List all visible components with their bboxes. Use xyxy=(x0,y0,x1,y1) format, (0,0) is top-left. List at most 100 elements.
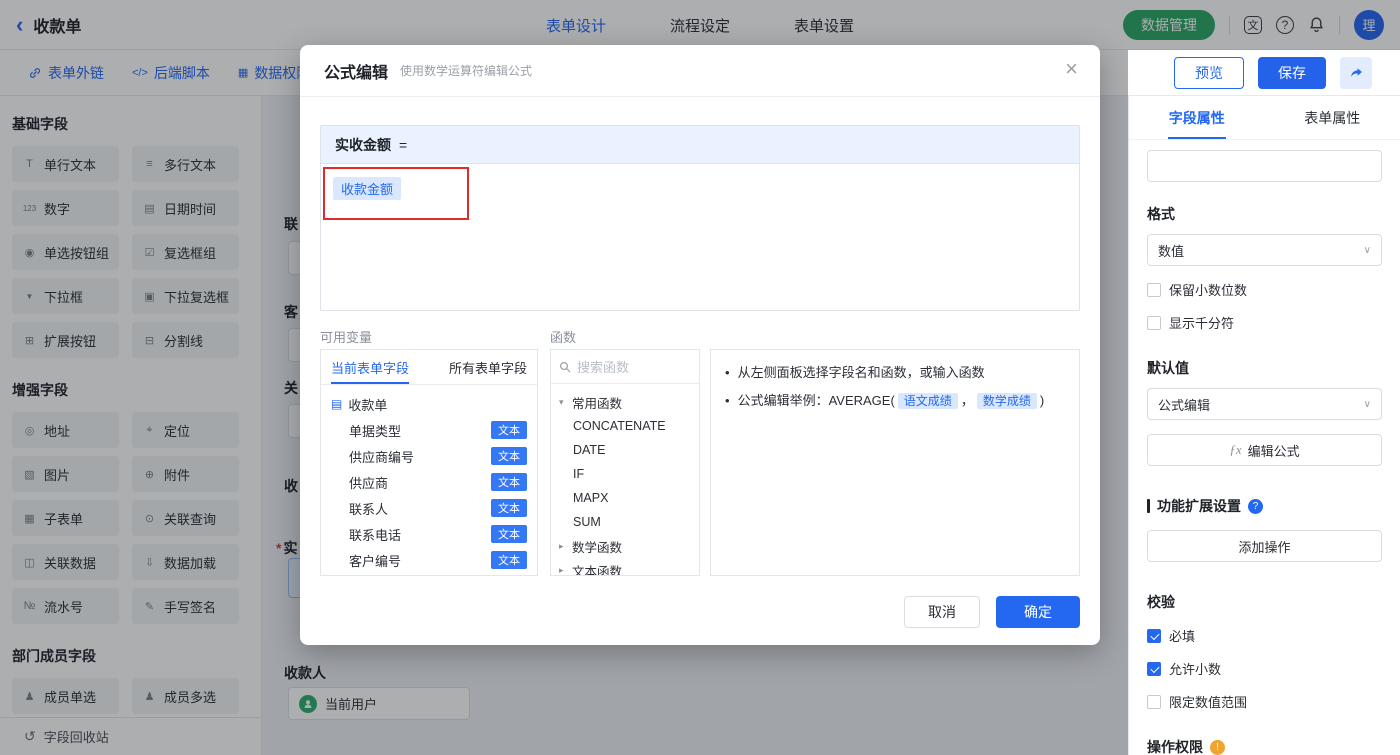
share-arrow-icon xyxy=(1350,68,1362,77)
add-action-label: 添加操作 xyxy=(1238,539,1291,555)
variables-label: 可用变量 xyxy=(320,330,373,345)
function-group-common[interactable]: ▾ 常用函数 xyxy=(551,390,699,414)
save-button[interactable]: 保存 xyxy=(1258,56,1326,89)
modal-backdrop xyxy=(1128,0,1400,50)
checkbox-checked-icon xyxy=(1147,661,1161,676)
variable-item[interactable]: 供应商编号 文本 xyxy=(321,443,537,469)
tab-form-properties[interactable]: 表单属性 xyxy=(1304,96,1360,139)
function-item-if[interactable]: IF xyxy=(551,462,699,486)
function-group-label: 文本函数 xyxy=(572,564,623,576)
type-badge: 文本 xyxy=(491,473,527,491)
variable-item[interactable]: 单据类型 文本 xyxy=(321,417,537,443)
help-text: 从左侧面板选择字段名和函数，或输入函数 xyxy=(737,365,985,380)
allow-decimal-checkbox[interactable]: 允许小数 xyxy=(1147,659,1382,678)
form-root-node[interactable]: ▤ 收款单 xyxy=(321,391,537,417)
function-group-text[interactable]: ▸ 文本函数 xyxy=(551,558,699,576)
bullet: • xyxy=(725,365,730,380)
permission-title: 操作权限 ! xyxy=(1147,737,1382,755)
chevron-down-icon: ∨ xyxy=(1363,398,1371,410)
type-badge: 文本 xyxy=(491,447,527,465)
chevron-right-icon: ▸ xyxy=(559,564,564,575)
function-item-sum[interactable]: SUM xyxy=(551,510,699,534)
help-line: • 从左侧面板选择字段名和函数，或输入函数 xyxy=(725,362,1065,384)
variable-item[interactable]: 供应商 文本 xyxy=(321,469,537,495)
chevron-down-icon: ▾ xyxy=(559,396,564,407)
variable-name: 客户编号 xyxy=(349,553,402,569)
property-panel: 字段属性 表单属性 格式 数值 ∨ 保留小数位数 显示千分符 默认值 公式编辑 … xyxy=(1128,96,1400,755)
question-badge-icon[interactable]: ? xyxy=(1248,498,1263,514)
cancel-button[interactable]: 取消 xyxy=(904,596,980,628)
format-label: 格式 xyxy=(1147,206,1175,222)
add-action-button[interactable]: 添加操作 xyxy=(1147,530,1382,562)
checkbox-label: 允许小数 xyxy=(1169,662,1222,677)
edit-formula-label: 编辑公式 xyxy=(1247,443,1300,459)
search-icon xyxy=(559,361,571,372)
checkbox-unchecked-icon xyxy=(1147,315,1161,330)
help-panel: • 从左侧面板选择字段名和函数，或输入函数 • 公式编辑举例：AVERAGE(语… xyxy=(710,349,1080,576)
checkbox-label: 限定数值范围 xyxy=(1169,695,1248,710)
modal-body: 实收金额 = 收款金额 可用变量 函数 当前表单字段 所有表单字段 ▤ 收款单 … xyxy=(300,97,1100,628)
checkbox-label: 必填 xyxy=(1169,629,1196,644)
format-value: 数值 xyxy=(1158,243,1185,259)
format-select[interactable]: 数值 ∨ xyxy=(1147,234,1382,266)
type-badge: 文本 xyxy=(491,421,527,439)
function-item-date[interactable]: DATE xyxy=(551,438,699,462)
function-item-concatenate[interactable]: CONCATENATE xyxy=(551,414,699,438)
required-checkbox[interactable]: 必填 xyxy=(1147,626,1382,645)
share-button[interactable] xyxy=(1340,56,1372,89)
example-field-tag: 数学成绩 xyxy=(976,393,1037,410)
modal-panels: 当前表单字段 所有表单字段 ▤ 收款单 单据类型 文本 供应商编号 文本 供应商 文本… xyxy=(320,349,1080,576)
extension-title-text: 功能扩展设置 xyxy=(1157,498,1241,514)
tab-all-form-fields[interactable]: 所有表单字段 xyxy=(449,350,527,384)
type-badge: 文本 xyxy=(491,551,527,569)
field-title-input[interactable] xyxy=(1147,150,1382,182)
chevron-down-icon: ∨ xyxy=(1363,244,1371,256)
modal-footer: 取消 确定 xyxy=(320,596,1080,628)
example-field-tag: 语文成绩 xyxy=(897,393,958,410)
preview-button[interactable]: 预览 xyxy=(1174,56,1244,89)
variable-name: 联系电话 xyxy=(349,527,402,543)
confirm-button[interactable]: 确定 xyxy=(996,596,1080,628)
help-text: ) xyxy=(1039,393,1045,409)
fx-icon: ƒx xyxy=(1229,442,1242,457)
variable-name: 供应商 xyxy=(349,475,389,491)
variable-name: 单据类型 xyxy=(349,423,402,439)
help-text: ， xyxy=(960,393,974,409)
functions-label: 函数 xyxy=(550,330,577,345)
variable-item[interactable]: 联系电话 文本 xyxy=(321,521,537,547)
equals-sign: = xyxy=(399,136,408,153)
formula-input-area[interactable]: 收款金额 xyxy=(321,164,1079,311)
tab-current-form-fields[interactable]: 当前表单字段 xyxy=(331,350,410,384)
functions-panel: 搜索函数 ▾ 常用函数 CONCATENATE DATE IF MAPX SUM … xyxy=(550,349,700,576)
variable-item[interactable]: 客户编号 文本 xyxy=(321,547,537,573)
validation-label: 校验 xyxy=(1147,594,1175,610)
function-tree: ▾ 常用函数 CONCATENATE DATE IF MAPX SUM ▸ 数学函数… xyxy=(551,384,699,576)
info-badge-icon[interactable]: ! xyxy=(1210,739,1225,755)
formula-field-token[interactable]: 收款金额 xyxy=(333,177,402,200)
modal-subtitle: 使用数学运算符编辑公式 xyxy=(400,64,533,78)
panel-labels: 可用变量 函数 xyxy=(320,327,1080,345)
limit-range-checkbox[interactable]: 限定数值范围 xyxy=(1147,692,1382,711)
type-badge: 文本 xyxy=(491,525,527,543)
close-icon[interactable]: × xyxy=(1065,58,1078,80)
section-bar xyxy=(1147,499,1150,513)
function-group-label: 常用函数 xyxy=(572,396,623,411)
function-item-mapx[interactable]: MAPX xyxy=(551,486,699,510)
function-search-input[interactable]: 搜索函数 xyxy=(551,350,699,384)
thousand-separator-checkbox[interactable]: 显示千分符 xyxy=(1147,313,1382,332)
formula-editor: 实收金额 = 收款金额 xyxy=(320,125,1080,311)
property-panel-tabs: 字段属性 表单属性 xyxy=(1129,96,1400,140)
modal-title: 公式编辑 xyxy=(324,64,389,82)
checkbox-unchecked-icon xyxy=(1147,694,1161,709)
keep-decimals-checkbox[interactable]: 保留小数位数 xyxy=(1147,280,1382,299)
extension-settings-title: 功能扩展设置 ? xyxy=(1147,496,1382,516)
function-group-math[interactable]: ▸ 数学函数 xyxy=(551,534,699,558)
default-value-select[interactable]: 公式编辑 ∨ xyxy=(1147,388,1382,420)
edit-formula-button[interactable]: ƒx 编辑公式 xyxy=(1147,434,1382,466)
form-root-label: 收款单 xyxy=(348,397,388,413)
tab-field-properties[interactable]: 字段属性 xyxy=(1169,96,1225,139)
checkbox-checked-icon xyxy=(1147,628,1161,643)
variable-item[interactable]: 联系人 文本 xyxy=(321,495,537,521)
type-badge: 文本 xyxy=(491,499,527,517)
formula-target-field: 实收金额 xyxy=(335,136,391,153)
